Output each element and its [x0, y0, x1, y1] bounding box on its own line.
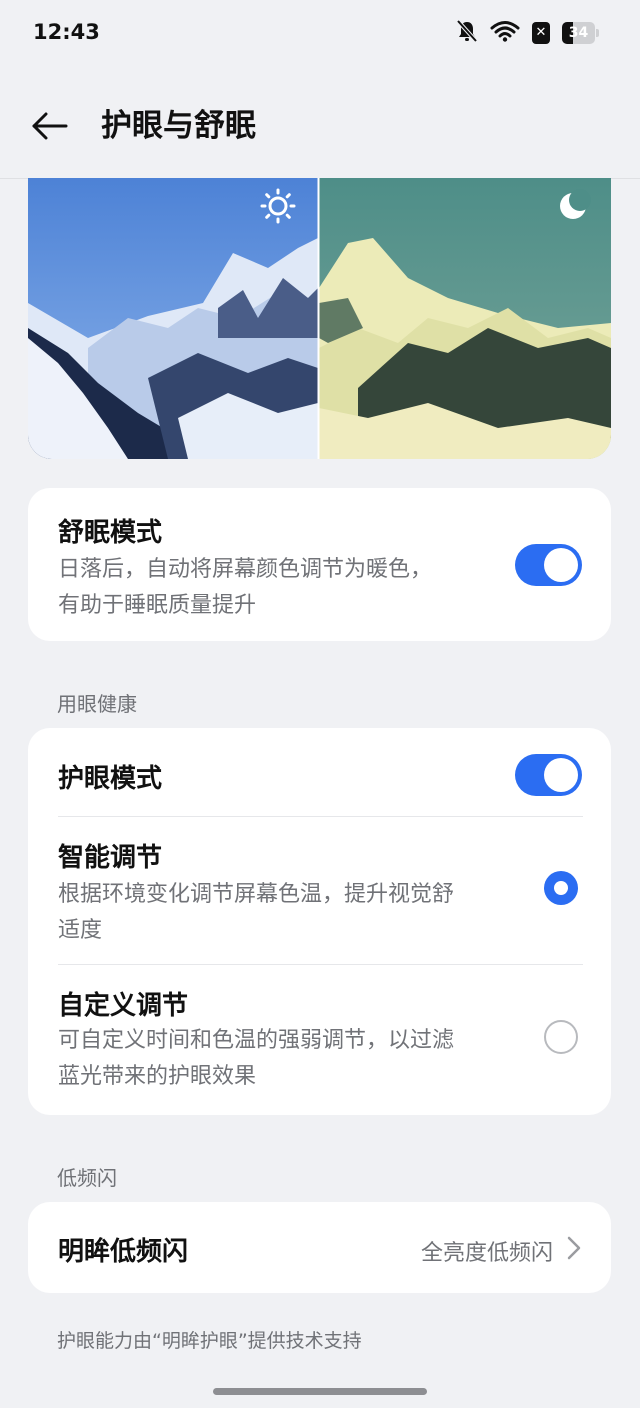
smart-adjust-option[interactable]: 智能调节 根据环境变化调节屏幕色温，提升视觉舒 适度: [28, 817, 611, 963]
eye-mode-title: 护眼模式: [58, 764, 163, 794]
low-flicker-card[interactable]: 明眸低频闪 全亮度低频闪: [28, 1202, 611, 1293]
low-flicker-title: 明眸低频闪: [58, 1237, 189, 1267]
sleep-mode-desc-line1: 日落后，自动将屏幕颜色调节为暖色，: [58, 557, 433, 582]
night-landscape: [319, 178, 611, 459]
status-bar: 12:43 ✕ 34: [0, 0, 640, 70]
smart-adjust-desc-line1: 根据环境变化调节屏幕色温，提升视觉舒: [58, 882, 455, 907]
x-box-icon: ✕: [532, 22, 550, 44]
page-header: 护眼与舒眠: [0, 86, 640, 166]
footer-note: 护眼能力由“明眸护眼”提供技术支持: [57, 1330, 362, 1352]
eye-health-card: 护眼模式 智能调节 根据环境变化调节屏幕色温，提升视觉舒 适度 自定义调节 可自…: [28, 728, 611, 1115]
low-flicker-section-label: 低频闪: [57, 1166, 117, 1190]
day-landscape: [28, 178, 318, 459]
back-button[interactable]: [28, 106, 72, 146]
page-title: 护眼与舒眠: [101, 108, 256, 144]
arrow-left-icon: [28, 112, 72, 150]
status-icons: ✕ 34: [456, 19, 600, 47]
sleep-mode-desc-line2: 有助于睡眠质量提升: [58, 593, 257, 618]
chevron-right-icon: [566, 1235, 582, 1265]
battery-icon: 34: [562, 22, 600, 44]
smart-adjust-title: 智能调节: [58, 843, 163, 873]
status-time: 12:43: [33, 20, 100, 44]
eye-health-section-label: 用眼健康: [57, 692, 137, 716]
battery-level: 34: [568, 25, 589, 41]
custom-adjust-option[interactable]: 自定义调节 可自定义时间和色温的强弱调节，以过滤 蓝光带来的护眼效果: [28, 965, 611, 1115]
eye-mode-toggle[interactable]: [515, 754, 582, 796]
sleep-mode-title: 舒眠模式: [58, 518, 163, 548]
low-flicker-value: 全亮度低频闪: [420, 1241, 553, 1266]
sleep-mode-card: 舒眠模式 日落后，自动将屏幕颜色调节为暖色， 有助于睡眠质量提升: [28, 488, 611, 641]
custom-adjust-radio[interactable]: [544, 1020, 578, 1054]
smart-adjust-radio[interactable]: [544, 871, 578, 905]
wifi-icon: [490, 20, 520, 46]
sleep-mode-toggle[interactable]: [515, 544, 582, 586]
bell-off-icon: [456, 19, 478, 47]
custom-adjust-desc-line2: 蓝光带来的护眼效果: [58, 1064, 257, 1089]
custom-adjust-desc-line1: 可自定义时间和色温的强弱调节，以过滤: [58, 1028, 455, 1053]
smart-adjust-desc-line2: 适度: [58, 918, 103, 943]
comparison-image: [28, 178, 611, 459]
custom-adjust-title: 自定义调节: [58, 991, 189, 1021]
home-indicator[interactable]: [213, 1388, 427, 1395]
